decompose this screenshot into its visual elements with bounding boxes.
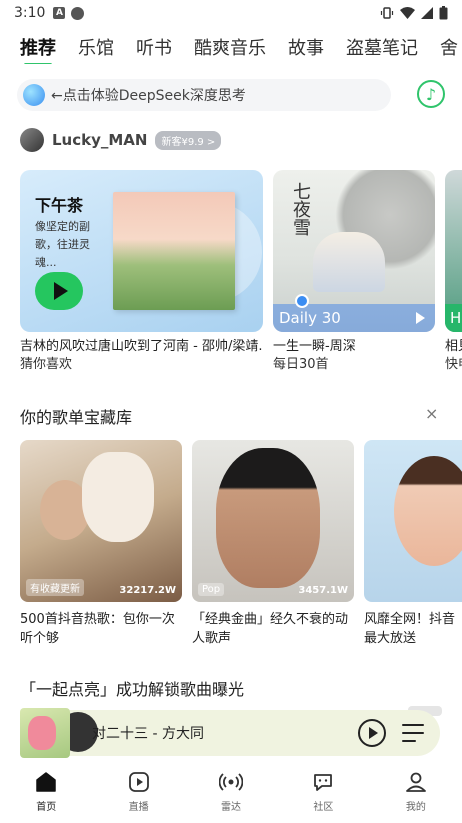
tab-recommend[interactable]: 推荐 [20,34,56,64]
nav-home[interactable]: 首页 [0,760,92,823]
card-title: 下午茶 [35,196,84,215]
radar-icon [219,770,244,794]
playlist-tag: 有收藏更新 [26,579,84,596]
partial-card-song: 相見 [445,339,462,354]
nav-label: 直播 [128,802,149,813]
vip-badge[interactable]: 新客¥9.9 > [155,130,222,150]
close-icon[interactable]: × [425,404,438,423]
deepseek-icon [23,84,45,106]
tab-partial[interactable]: 舍 [440,34,458,60]
afternoon-tea-card[interactable]: 下午茶 像坚定的副歌，往进灵魂... [20,170,263,332]
status-time: 3:10 [14,5,46,21]
nav-label: 我的 [405,802,426,813]
progress-dot [295,294,309,308]
music-recognition-button[interactable]: ♪ [417,80,445,108]
partial-card-source: 快申 [445,357,462,370]
now-playing-cover[interactable] [20,708,70,758]
partial-card-bar: H [445,304,462,332]
profile-icon [404,770,428,794]
cover-figure [28,716,56,750]
cover-figures [313,232,385,292]
play-count: 32217.2W [119,585,176,596]
cover-poem-title: 七夜雪 [290,182,311,236]
tab-cool-music[interactable]: 酷爽音乐 [194,34,266,60]
playlist-caption[interactable]: 「经典金曲」经久不衰的动人歌声 [192,610,352,648]
nav-live[interactable]: 直播 [92,760,184,823]
daily-label: Daily 30 [279,309,341,327]
now-playing-title[interactable]: 对二十三 - 方大同 [92,723,204,743]
status-bar: 3:10 A [0,0,462,26]
playlist-card[interactable]: 有收藏更新 32217.2W [20,440,182,602]
nav-radar[interactable]: 雷达 [185,760,277,823]
playlist-tag: Pop [198,583,225,596]
username: Lucky_MAN [52,131,148,149]
live-icon [127,770,151,794]
vibrate-icon [380,7,394,19]
nav-community[interactable]: 社区 [277,760,369,823]
chat-bubble-icon [311,770,335,794]
nav-label: 首页 [36,802,57,813]
daily-card-caption[interactable]: 一生一瞬-周深 每日30首 [273,338,435,370]
playlist-card[interactable] [364,440,462,602]
battery-icon [439,6,448,20]
cover-person [394,456,462,566]
big-card-source: 猜你喜欢 [20,357,73,370]
a-notification-icon: A [53,7,66,19]
partial-card[interactable]: H [445,170,462,332]
tab-stories[interactable]: 故事 [288,34,324,60]
big-card-caption[interactable]: 吉林的风吹过唐山吹到了河南 - 邵帅/梁靖... 猜你喜欢 [20,338,263,370]
playlist-caption[interactable]: 风靡全网！抖音最大放送 [364,610,462,648]
mini-player[interactable]: 对二十三 - 方大同 [20,708,440,758]
section-title-playlists: 你的歌单宝藏库 [20,408,133,427]
card-subtitle: 像坚定的副歌，往进灵魂... [35,220,90,269]
section-title-unlock: 「一起点亮」成功解锁歌曲曝光 [20,680,245,699]
music-note-icon: ♪ [425,84,437,104]
home-icon [34,770,58,794]
play-icon [369,727,378,739]
playlist-queue-icon[interactable] [402,724,424,742]
nav-label: 社区 [313,802,334,813]
wifi-icon [400,7,415,19]
play-pause-button[interactable] [358,719,386,747]
globe-icon [71,6,85,20]
bottom-nav: 首页 直播 雷达 社区 我的 [0,760,462,823]
album-cover [113,192,235,310]
user-row[interactable]: Lucky_MAN 新客¥9.9 > [20,128,222,152]
play-count: 3457.1W [298,585,348,596]
tab-tomb-notes[interactable]: 盗墓笔记 [346,34,418,60]
big-card-song: 吉林的风吹过唐山吹到了河南 - 邵帅/梁靖... [20,339,263,354]
cover-dog [82,452,154,542]
daily-30-card[interactable]: 七夜雪 Daily 30 [273,170,435,332]
playlist-card[interactable]: Pop 3457.1W [192,440,354,602]
tab-audiobooks[interactable]: 听书 [136,34,172,60]
category-tabs: 推荐 乐馆 听书 酷爽音乐 故事 盗墓笔记 舍 [0,30,462,64]
daily-card-source: 每日30首 [273,357,329,370]
avatar[interactable] [20,128,44,152]
recommend-card-row: 下午茶 像坚定的副歌，往进灵魂... 吉林的风吹过唐山吹到了河南 - 邵帅/梁靖… [20,170,462,370]
playlist-row: 有收藏更新 32217.2W 500首抖音热歌：包你一次听个够 Pop 3457… [20,440,462,650]
search-bar-text: ←点击体验DeepSeek深度思考 [51,88,246,104]
nav-label: 雷达 [221,802,242,813]
tab-music-hall[interactable]: 乐馆 [78,34,114,60]
signal-icon [421,7,433,19]
play-button[interactable] [35,272,83,310]
daily-bar: Daily 30 [273,304,435,332]
daily-card-song: 一生一瞬-周深 [273,339,356,354]
play-icon [54,282,68,300]
deepseek-search-bar[interactable]: ←点击体验DeepSeek深度思考 [17,79,391,111]
cover-person [216,448,320,588]
partial-card-caption[interactable]: 相見 快申 [445,338,462,370]
nav-profile[interactable]: 我的 [370,760,462,823]
play-icon[interactable] [416,312,425,324]
playlist-caption[interactable]: 500首抖音热歌：包你一次听个够 [20,610,180,648]
